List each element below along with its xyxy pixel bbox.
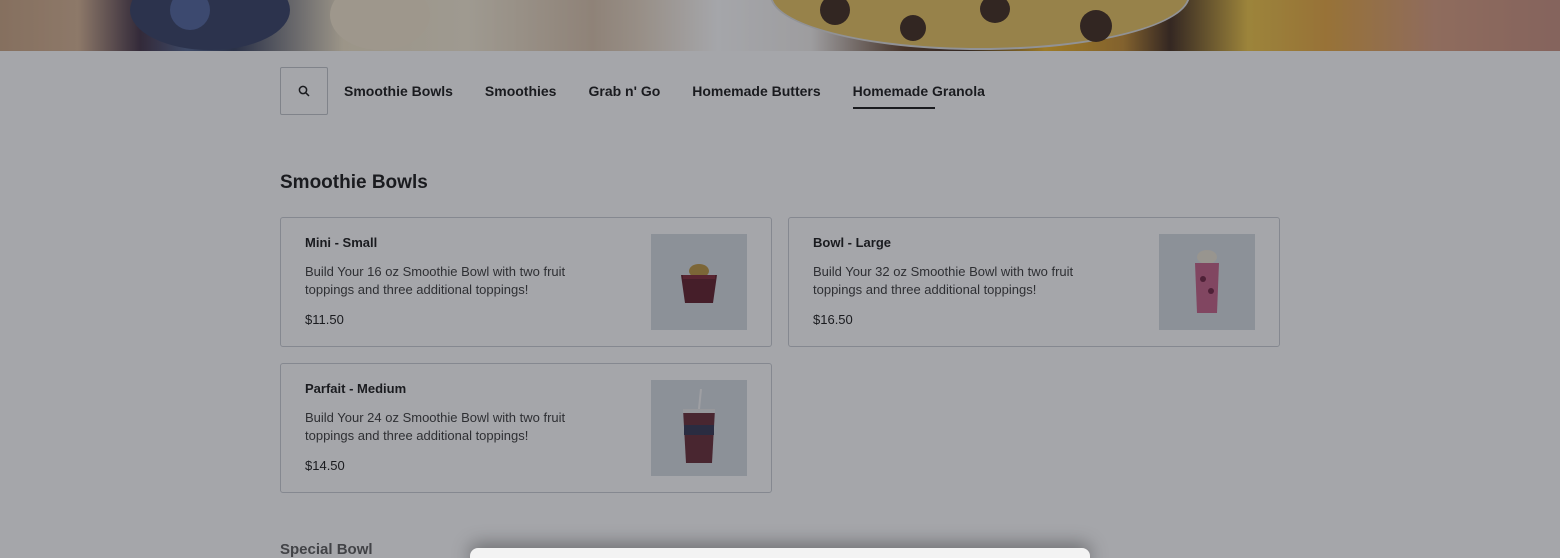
modal-backdrop[interactable] bbox=[0, 0, 1560, 558]
modal-dialog[interactable] bbox=[470, 548, 1090, 558]
